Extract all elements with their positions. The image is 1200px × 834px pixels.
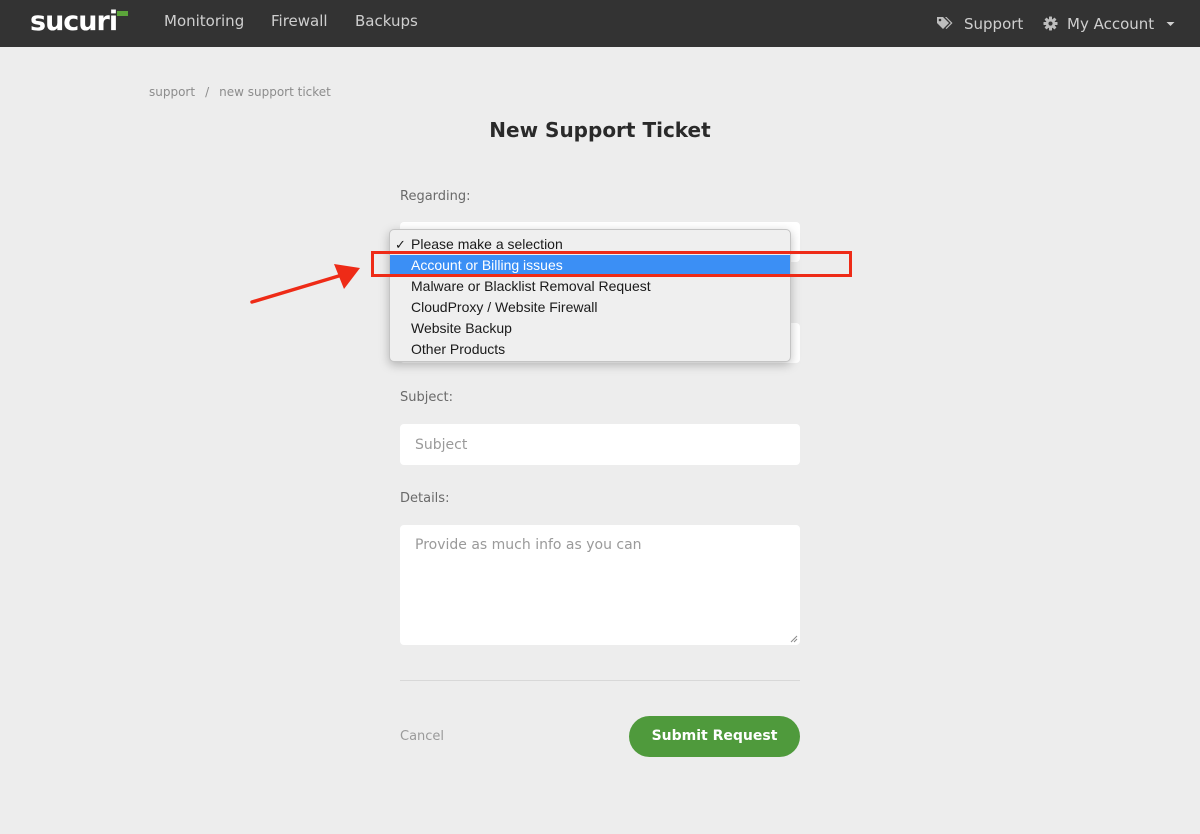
form-divider bbox=[400, 680, 800, 681]
logo-text: sucuri bbox=[30, 6, 118, 37]
submit-request-button[interactable]: Submit Request bbox=[629, 716, 800, 757]
logo-accent bbox=[117, 11, 128, 16]
annotation-arrow-icon bbox=[250, 264, 360, 304]
details-label: Details: bbox=[400, 491, 450, 506]
dropdown-option-label: Website Backup bbox=[411, 320, 512, 336]
details-field-wrapper bbox=[400, 525, 800, 645]
tags-icon bbox=[937, 17, 953, 29]
nav-monitoring[interactable]: Monitoring bbox=[164, 0, 244, 47]
resize-grip-icon[interactable] bbox=[790, 635, 798, 643]
dropdown-option[interactable]: CloudProxy / Website Firewall bbox=[390, 297, 790, 318]
breadcrumb: support / new support ticket bbox=[149, 85, 331, 99]
regarding-dropdown-menu: ✓ Please make a selection Account or Bil… bbox=[389, 229, 791, 362]
nav-support-label: Support bbox=[964, 14, 1024, 33]
subject-field-wrapper bbox=[400, 424, 800, 465]
nav-my-account-label: My Account bbox=[1067, 14, 1155, 33]
dropdown-option-label: Other Products bbox=[411, 341, 506, 357]
details-textarea[interactable] bbox=[400, 525, 800, 645]
dropdown-option[interactable]: Other Products bbox=[390, 339, 790, 360]
nav-my-account[interactable]: My Account bbox=[1043, 0, 1175, 47]
dropdown-option-label: Please make a selection bbox=[411, 236, 563, 252]
subject-input[interactable] bbox=[400, 424, 800, 465]
nav-support[interactable]: Support bbox=[936, 0, 1023, 47]
breadcrumb-current: new support ticket bbox=[219, 85, 331, 99]
cancel-link[interactable]: Cancel bbox=[400, 729, 444, 744]
gear-icon bbox=[1043, 16, 1058, 31]
dropdown-option-label: Malware or Blacklist Removal Request bbox=[411, 278, 651, 294]
sucuri-logo[interactable]: sucuri bbox=[30, 6, 128, 37]
caret-down-icon bbox=[1166, 21, 1175, 26]
nav-backups[interactable]: Backups bbox=[355, 0, 418, 47]
dropdown-option[interactable]: Malware or Blacklist Removal Request bbox=[390, 276, 790, 297]
dropdown-option-label: CloudProxy / Website Firewall bbox=[411, 299, 598, 315]
top-navigation-bar: sucuri Monitoring Firewall Backups Suppo… bbox=[0, 0, 1200, 47]
breadcrumb-separator: / bbox=[205, 85, 210, 99]
nav-firewall[interactable]: Firewall bbox=[271, 0, 328, 47]
regarding-label: Regarding: bbox=[400, 189, 471, 204]
page-title: New Support Ticket bbox=[489, 118, 711, 142]
annotation-highlight-box bbox=[371, 251, 852, 277]
breadcrumb-support-link[interactable]: support bbox=[149, 85, 195, 99]
dropdown-option[interactable]: Website Backup bbox=[390, 318, 790, 339]
subject-label: Subject: bbox=[400, 390, 453, 405]
